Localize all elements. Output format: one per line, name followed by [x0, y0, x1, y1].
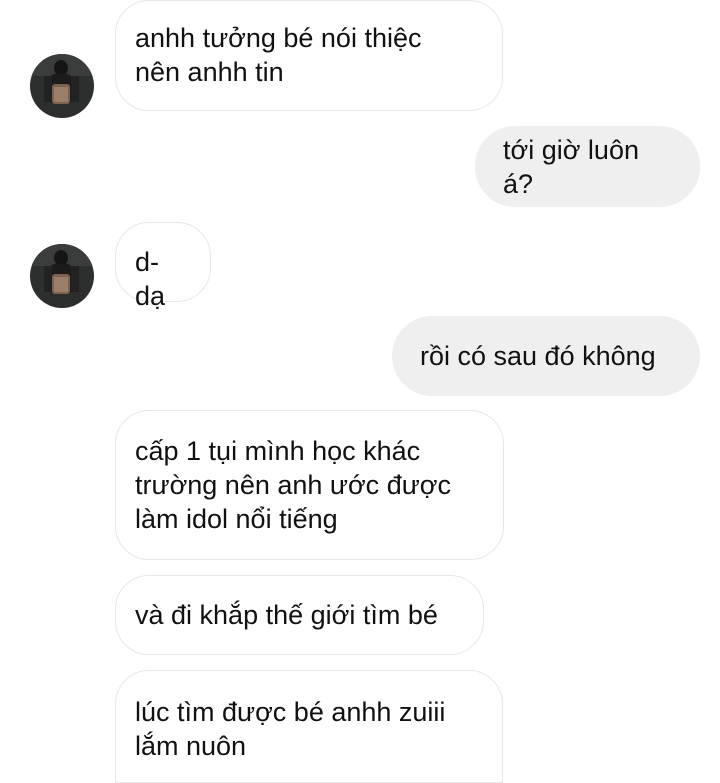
outgoing-message-bubble[interactable]: tới giờ luôn á? [475, 126, 700, 207]
outgoing-message-bubble[interactable]: rồi có sau đó không [392, 316, 700, 396]
avatar-photo-icon [30, 244, 94, 308]
incoming-message-bubble[interactable]: cấp 1 tụi mình học khác trường nên anh ư… [115, 410, 504, 560]
incoming-message-bubble[interactable]: lúc tìm được bé anhh zuiii lắm nuôn [115, 670, 503, 783]
avatar-photo-icon [30, 54, 94, 118]
incoming-message-bubble[interactable]: anhh tưởng bé nói thiệc nên anhh tin [115, 0, 503, 111]
incoming-message-bubble[interactable]: d-dạ [115, 222, 211, 311]
incoming-message-bubble[interactable]: và đi khắp thế giới tìm bé [115, 575, 484, 655]
sender-avatar[interactable] [30, 54, 94, 118]
sender-avatar[interactable] [30, 244, 94, 308]
